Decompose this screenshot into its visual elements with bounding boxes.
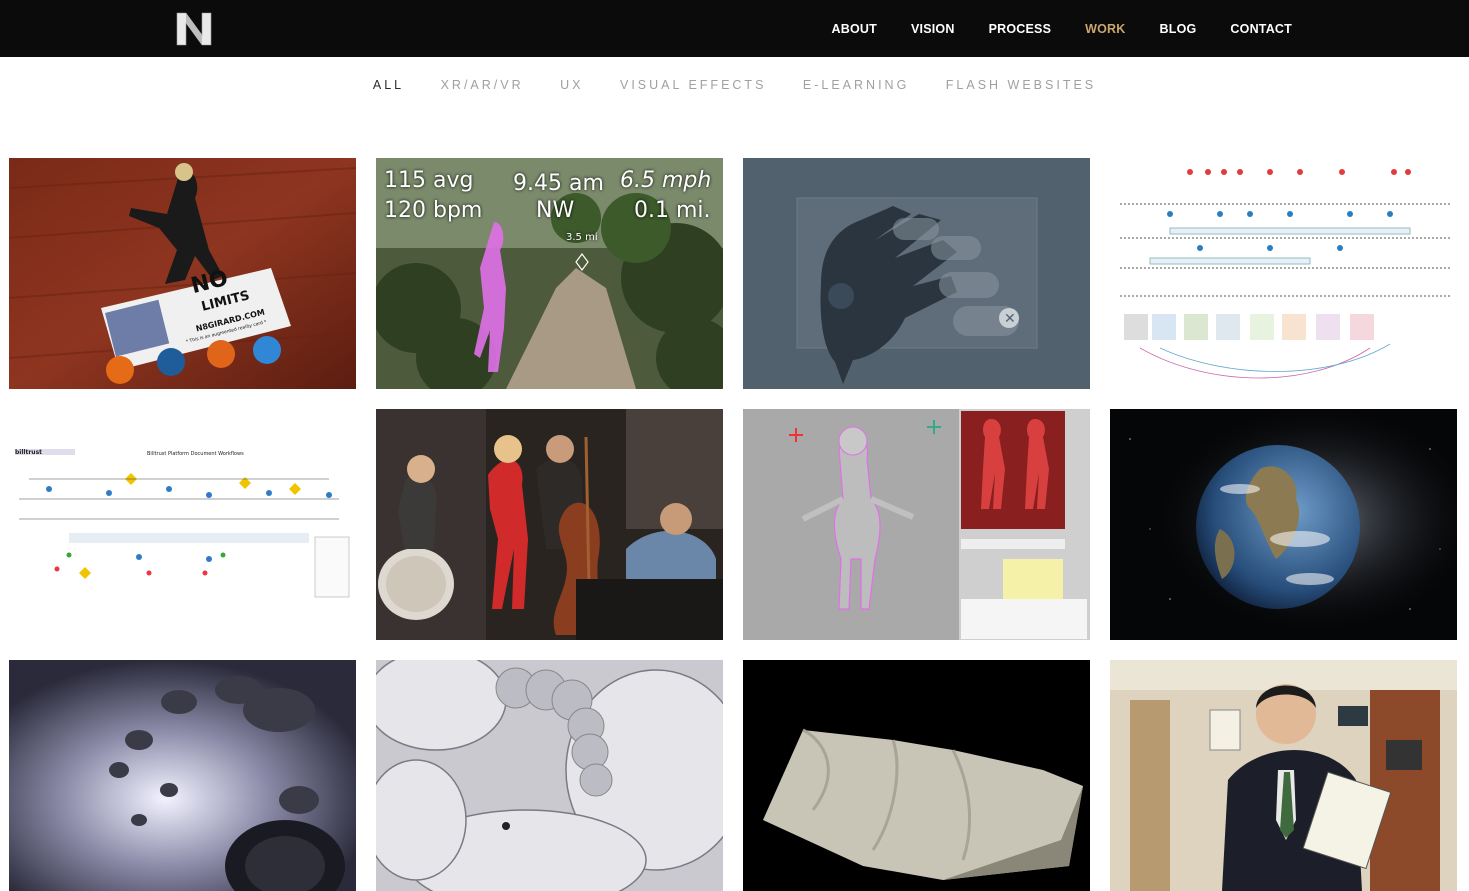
nav-blog[interactable]: BLOG	[1160, 22, 1197, 36]
portfolio-item-billtrust-workflow[interactable]: billtrust Billtrust Platform Document Wo…	[9, 409, 356, 640]
nav-process[interactable]: PROCESS	[989, 22, 1052, 36]
filter-ux[interactable]: UX	[560, 78, 583, 92]
portfolio-item-vr-glove[interactable]: ✕	[743, 158, 1090, 389]
filter-flash-websites[interactable]: FLASH WEBSITES	[946, 78, 1096, 92]
portfolio-item-terrain-model[interactable]	[743, 660, 1090, 891]
portfolio-item-cells-microscopic[interactable]	[376, 660, 723, 891]
portfolio-item-jazz-club[interactable]	[376, 409, 723, 640]
filter-e-learning[interactable]: E-LEARNING	[803, 78, 909, 92]
portfolio-item-blood-cells[interactable]	[9, 660, 356, 891]
hud-speed: 6.5 mph	[620, 168, 712, 193]
portfolio-filter-bar: ALL XR/AR/VR UX VISUAL EFFECTS E-LEARNIN…	[0, 78, 1469, 92]
hud-bpm: 120 bpm	[384, 198, 483, 223]
hud-marker-distance: 3.5 mi	[566, 232, 598, 243]
filter-xr-ar-vr[interactable]: XR/AR/VR	[441, 78, 524, 92]
site-logo[interactable]	[175, 11, 213, 47]
portfolio-item-workflow-diagram[interactable]	[1110, 158, 1457, 389]
main-nav: ABOUT VISION PROCESS WORK BLOG CONTACT	[798, 0, 1292, 57]
hud-time: 9.45 am	[513, 171, 604, 196]
portfolio-item-ar-card[interactable]: NO LIMITS N8GIRARD.COM * This is an augm…	[9, 158, 356, 389]
nav-about[interactable]: ABOUT	[832, 22, 877, 36]
svg-text:✕: ✕	[1004, 311, 1016, 327]
billtrust-diagram-title: Billtrust Platform Document Workflows	[147, 451, 244, 457]
hud-distance: 0.1 mi.	[634, 198, 711, 223]
nav-contact[interactable]: CONTACT	[1230, 22, 1292, 36]
portfolio-item-earth[interactable]	[1110, 409, 1457, 640]
filter-all[interactable]: ALL	[373, 78, 404, 92]
billtrust-logo-text: billtrust	[15, 449, 43, 456]
filter-visual-effects[interactable]: VISUAL EFFECTS	[620, 78, 766, 92]
portfolio-item-running-hud[interactable]: 115 avg 120 bpm 9.45 am NW 6.5 mph 0.1 m…	[376, 158, 723, 389]
portfolio-item-character-rig[interactable]	[743, 409, 1090, 640]
portfolio-item-doctor-hallway[interactable]	[1110, 660, 1457, 891]
nav-vision[interactable]: VISION	[911, 22, 955, 36]
hud-direction: NW	[536, 198, 575, 223]
hud-avg-heart-rate: 115 avg	[384, 168, 474, 193]
portfolio-grid: NO LIMITS N8GIRARD.COM * This is an augm…	[9, 158, 1457, 891]
nav-work[interactable]: WORK	[1085, 22, 1125, 36]
top-navigation-bar: ABOUT VISION PROCESS WORK BLOG CONTACT	[0, 0, 1469, 57]
